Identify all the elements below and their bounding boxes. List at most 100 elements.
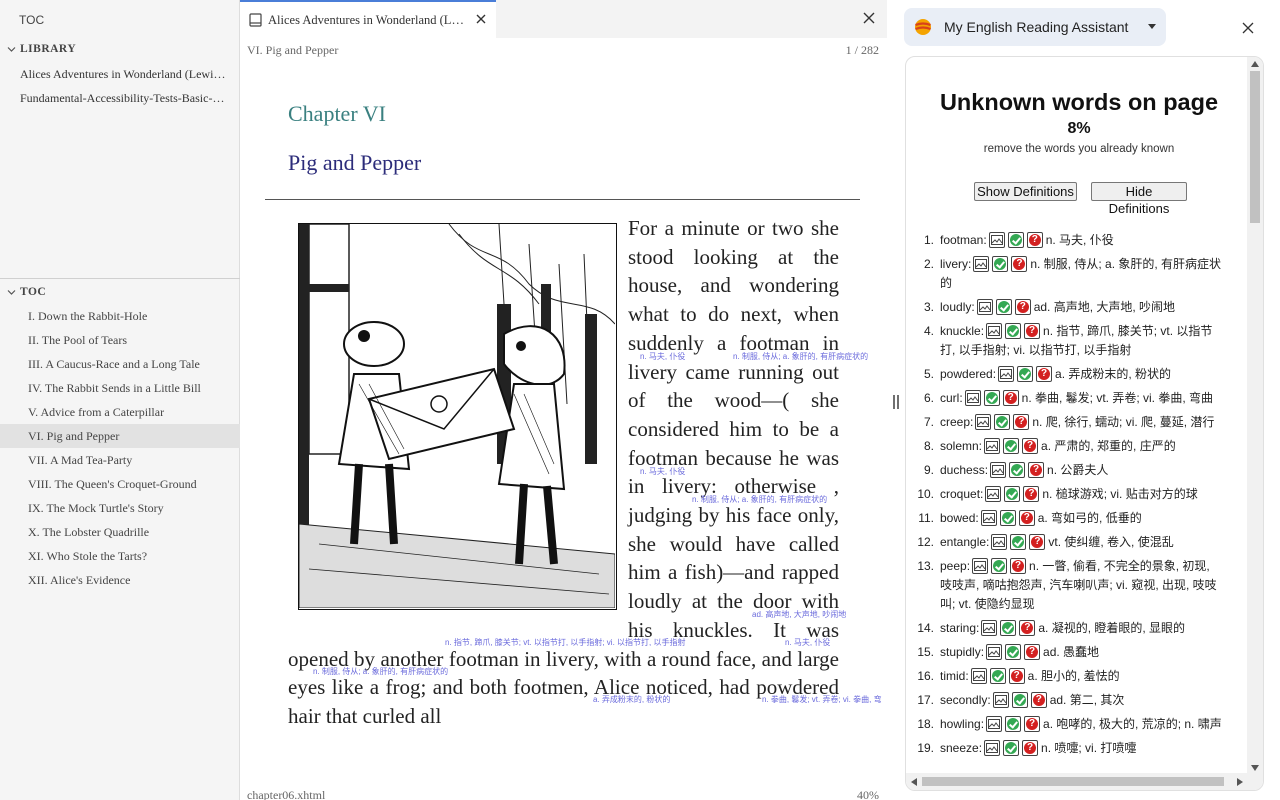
mark-unknown-icon[interactable] xyxy=(1024,323,1041,339)
close-panel-icon[interactable] xyxy=(863,12,875,24)
mark-known-icon[interactable] xyxy=(1009,462,1026,478)
toc-title: TOC xyxy=(20,286,47,298)
mark-unknown-icon[interactable] xyxy=(1024,716,1041,732)
scroll-up-icon[interactable] xyxy=(1251,61,1259,67)
mark-known-icon[interactable] xyxy=(1007,232,1024,248)
close-icon[interactable] xyxy=(474,12,488,26)
mark-unknown-icon[interactable] xyxy=(1036,366,1053,382)
image-lookup-icon[interactable] xyxy=(990,462,1007,478)
horizontal-scrollbar[interactable] xyxy=(906,773,1263,790)
mark-unknown-icon[interactable] xyxy=(1013,414,1030,430)
toc-item-8[interactable]: VIII. The Queen's Croquet-Ground xyxy=(0,472,240,496)
mark-unknown-icon[interactable] xyxy=(1002,390,1019,406)
image-lookup-icon[interactable] xyxy=(986,323,1003,339)
close-icon[interactable] xyxy=(1242,22,1254,34)
toc-item-5[interactable]: V. Advice from a Caterpillar xyxy=(0,400,240,424)
sidebar-divider[interactable] xyxy=(0,278,240,279)
image-lookup-icon[interactable] xyxy=(980,510,997,526)
image-lookup-icon[interactable] xyxy=(988,232,1005,248)
image-lookup-icon[interactable] xyxy=(998,366,1015,382)
mark-known-icon[interactable] xyxy=(992,256,1009,272)
image-lookup-icon[interactable] xyxy=(973,256,990,272)
mark-known-icon[interactable] xyxy=(1011,692,1028,708)
toc-item-9[interactable]: IX. The Mock Turtle's Story xyxy=(0,496,240,520)
library-section-toggle[interactable]: LIBRARY xyxy=(0,38,239,60)
mark-unknown-icon[interactable] xyxy=(1030,692,1047,708)
vertical-scrollbar[interactable] xyxy=(1247,57,1263,775)
library-item[interactable]: Fundamental-Accessibility-Tests-Basic-Fu… xyxy=(0,86,239,110)
image-lookup-icon[interactable] xyxy=(986,644,1003,660)
mark-unknown-icon[interactable] xyxy=(1022,740,1039,756)
scroll-left-icon[interactable] xyxy=(911,778,917,786)
mark-known-icon[interactable] xyxy=(1003,740,1020,756)
mark-unknown-icon[interactable] xyxy=(1023,486,1040,502)
image-lookup-icon[interactable] xyxy=(992,692,1009,708)
toc-item-7[interactable]: VII. A Mad Tea-Party xyxy=(0,448,240,472)
mark-known-icon[interactable] xyxy=(1004,486,1021,502)
image-lookup-icon[interactable] xyxy=(984,438,1001,454)
mark-unknown-icon[interactable] xyxy=(1011,256,1028,272)
mark-known-icon[interactable] xyxy=(989,668,1006,684)
image-lookup-icon[interactable] xyxy=(975,414,992,430)
mark-known-icon[interactable] xyxy=(983,390,1000,406)
mark-unknown-icon[interactable] xyxy=(1024,644,1041,660)
chevron-down-icon xyxy=(7,46,16,52)
toc-item-3[interactable]: III. A Caucus-Race and a Long Tale xyxy=(0,352,240,376)
unknown-word-row: 14. staring: a. 凝视的, 瞪着眼的, 显眼的 xyxy=(914,619,1224,638)
mark-known-icon[interactable] xyxy=(1000,620,1017,636)
image-lookup-icon[interactable] xyxy=(984,740,1001,756)
toc-item-10[interactable]: X. The Lobster Quadrille xyxy=(0,520,240,544)
toc-item-4[interactable]: IV. The Rabbit Sends in a Little Bill xyxy=(0,376,240,400)
unknown-words-hint: remove the words you already known xyxy=(983,143,1175,155)
library-item[interactable]: Alices Adventures in Wonderland (Lewis C… xyxy=(0,62,239,86)
mark-known-icon[interactable] xyxy=(1005,644,1022,660)
mark-unknown-icon[interactable] xyxy=(1010,558,1027,574)
mark-known-icon[interactable] xyxy=(1003,438,1020,454)
scrollbar-thumb[interactable] xyxy=(1250,71,1260,223)
resize-handle-icon[interactable] xyxy=(890,393,902,411)
assistant-selector[interactable]: My English Reading Assistant xyxy=(904,8,1166,46)
mark-known-icon[interactable] xyxy=(994,414,1011,430)
word-term: duchess: xyxy=(940,463,989,477)
mark-unknown-icon[interactable] xyxy=(1014,299,1031,315)
toc-item-2[interactable]: II. The Pool of Tears xyxy=(0,328,240,352)
hide-definitions-button[interactable]: Hide Definitions xyxy=(1091,182,1187,216)
image-lookup-icon[interactable] xyxy=(986,716,1003,732)
mark-unknown-icon[interactable] xyxy=(1018,510,1035,526)
toc-item-6[interactable]: VI. Pig and Pepper xyxy=(0,424,240,448)
unknown-word-list: 1.footman:n. 马夫, 仆役2.livery:n. 制服, 侍从; a… xyxy=(914,231,1224,763)
mark-unknown-icon[interactable] xyxy=(1026,232,1043,248)
image-lookup-icon[interactable] xyxy=(985,486,1002,502)
mark-known-icon[interactable] xyxy=(1010,534,1027,550)
word-definition: n. 拳曲, 鬈发; vt. 弄卷; vi. 拳曲, 弯曲 xyxy=(1021,391,1214,405)
mark-unknown-icon[interactable] xyxy=(1008,668,1025,684)
image-lookup-icon[interactable] xyxy=(964,390,981,406)
scroll-right-icon[interactable] xyxy=(1237,778,1243,786)
toc-section-toggle[interactable]: TOC xyxy=(0,280,240,304)
mark-unknown-icon[interactable] xyxy=(1028,462,1045,478)
mark-known-icon[interactable] xyxy=(999,510,1016,526)
show-definitions-button[interactable]: Show Definitions xyxy=(974,182,1077,201)
image-lookup-icon[interactable] xyxy=(972,558,989,574)
word-term: stupidly: xyxy=(940,645,985,659)
mark-unknown-icon[interactable] xyxy=(1029,534,1046,550)
mark-unknown-icon[interactable] xyxy=(1019,620,1036,636)
mark-known-icon[interactable] xyxy=(995,299,1012,315)
toc-item-1[interactable]: I. Down the Rabbit-Hole xyxy=(0,304,240,328)
book-tab[interactable]: Alices Adventures in Wonderland (Lewis C… xyxy=(240,0,496,38)
image-lookup-icon[interactable] xyxy=(976,299,993,315)
image-lookup-icon[interactable] xyxy=(991,534,1008,550)
image-lookup-icon[interactable] xyxy=(970,668,987,684)
scroll-down-icon[interactable] xyxy=(1251,765,1259,771)
scrollbar-thumb[interactable] xyxy=(922,777,1224,786)
mark-known-icon[interactable] xyxy=(1005,323,1022,339)
mark-unknown-icon[interactable] xyxy=(1022,438,1039,454)
word-index: 13. xyxy=(917,559,934,573)
word-index: 8. xyxy=(923,439,934,453)
mark-known-icon[interactable] xyxy=(991,558,1008,574)
image-lookup-icon[interactable] xyxy=(981,620,998,636)
mark-known-icon[interactable] xyxy=(1017,366,1034,382)
toc-item-12[interactable]: XII. Alice's Evidence xyxy=(0,568,240,592)
mark-known-icon[interactable] xyxy=(1005,716,1022,732)
toc-item-11[interactable]: XI. Who Stole the Tarts? xyxy=(0,544,240,568)
